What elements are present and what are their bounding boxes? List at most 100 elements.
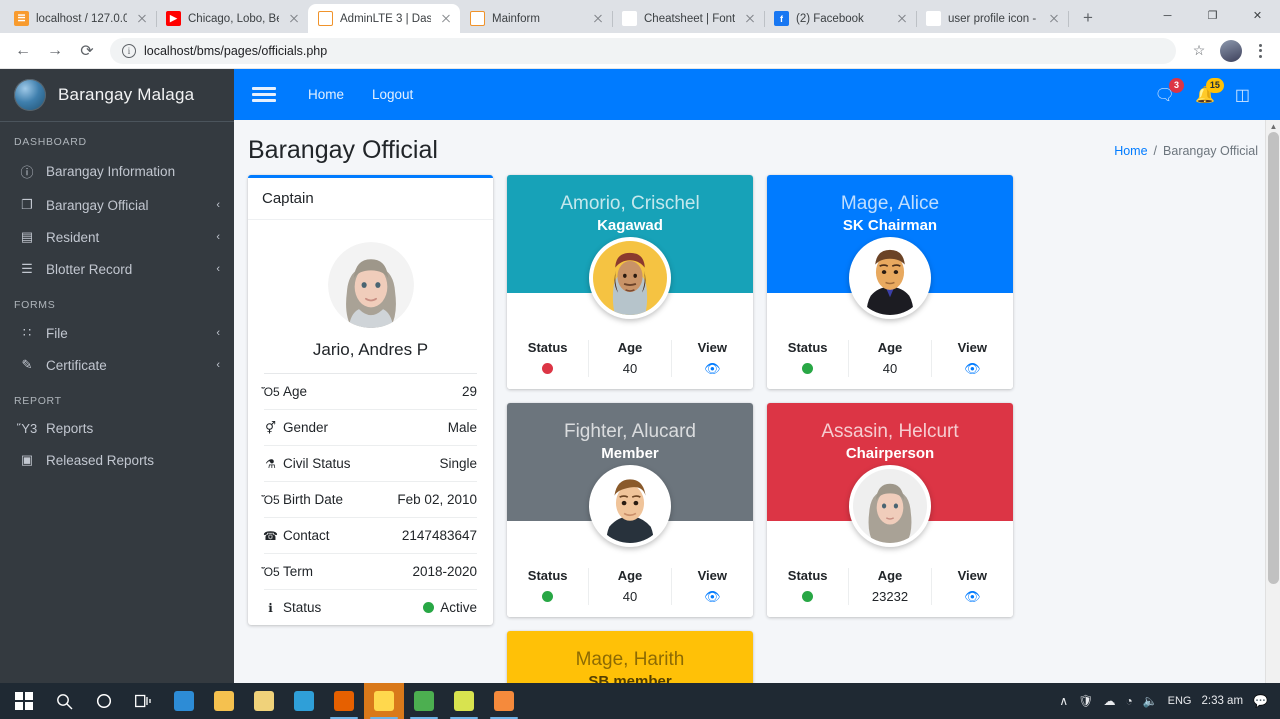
brand-link[interactable]: Barangay Malaga — [0, 69, 234, 122]
bookmark-star-icon[interactable]: ☆ — [1184, 36, 1214, 66]
official-view-cell[interactable]: View 👁 — [672, 340, 753, 377]
taskbar-search-button[interactable] — [44, 683, 84, 719]
official-view-cell[interactable]: View 👁 — [672, 568, 753, 605]
start-button[interactable] — [4, 683, 44, 719]
captain-detail-row: ℹ Status Active — [264, 590, 477, 625]
volume-icon[interactable]: 🔈 — [1143, 694, 1158, 708]
address-bar[interactable]: i localhost/bms/pages/officials.php — [110, 37, 1176, 64]
browser-tab-0[interactable]: ☰ localhost / 127.0.0 — [4, 4, 157, 33]
tab-close-icon[interactable] — [894, 11, 910, 27]
sidebar-item-barangay-official[interactable]: ❐ Barangay Official ‹ — [0, 189, 234, 221]
official-card[interactable]: Fighter, Alucard Member Status Age 40 View 👁 — [507, 403, 753, 617]
task-view-button[interactable] — [124, 683, 164, 719]
official-age-cell: Age 23232 — [849, 568, 932, 605]
official-card-header: Amorio, Crischel Kagawad — [507, 175, 753, 319]
browser-tab-3[interactable]: ▣ Mainform — [460, 4, 613, 33]
sidebar-section-header: REPORT — [14, 395, 62, 407]
minimize-button[interactable]: ─ — [1145, 0, 1190, 31]
tab-close-icon[interactable] — [438, 11, 454, 27]
captain-detail-value: 2018-2020 — [412, 564, 477, 579]
taskbar-app-file-explorer[interactable] — [204, 683, 244, 719]
chevron-left-icon[interactable]: ‹ — [216, 199, 220, 211]
cortana-button[interactable] — [84, 683, 124, 719]
fullscreen-icon[interactable]: ◫ — [1235, 85, 1250, 105]
eye-icon[interactable]: 👁 — [704, 589, 721, 605]
sidebar-item-barangay-information[interactable]: ⓘ Barangay Information — [0, 154, 234, 189]
chevron-left-icon[interactable]: ‹ — [216, 231, 220, 243]
avatar-young-man — [593, 469, 667, 543]
new-tab-button[interactable]: + — [1074, 4, 1102, 32]
browser-tab-1[interactable]: ▶ Chicago, Lobo, Be — [156, 4, 309, 33]
sidebar-item-resident[interactable]: ▤ Resident ‹ — [0, 221, 234, 253]
browser-tab-5[interactable]: f (2) Facebook — [764, 4, 917, 33]
official-view-cell[interactable]: View 👁 — [932, 568, 1013, 605]
site-info-icon[interactable]: i — [122, 43, 136, 58]
official-card[interactable]: Mage, Alice SK Chairman Status Age 40 View 👁 — [767, 175, 1013, 389]
sidebar-item-label: Certificate — [46, 357, 107, 373]
chevron-left-icon[interactable]: ‹ — [216, 263, 220, 275]
tab-close-icon[interactable] — [1046, 11, 1062, 27]
sidebar-item-blotter-record[interactable]: ☰ Blotter Record ‹ — [0, 253, 234, 285]
tab-close-icon[interactable] — [134, 11, 150, 27]
captain-column: Captain Jario, Andres P Ὄ5 Age 29 ⚥ Gend… — [248, 175, 493, 625]
sidebar-section-header: FORMS — [14, 299, 56, 311]
eye-icon[interactable]: 👁 — [964, 589, 981, 605]
sidebar-item-reports[interactable]: Ὕ3 Reports — [0, 413, 234, 444]
navbar-link-logout[interactable]: Logout — [358, 87, 427, 102]
windows-security-icon[interactable]: 🛡 — [1078, 694, 1093, 708]
taskbar-app-sticky-notes[interactable] — [364, 683, 404, 719]
captain-card: Captain Jario, Andres P Ὄ5 Age 29 ⚥ Gend… — [248, 175, 493, 625]
eye-icon[interactable]: 👁 — [964, 361, 981, 377]
tab-close-icon[interactable] — [590, 11, 606, 27]
taskbar-app-microsoft-store[interactable] — [244, 683, 284, 719]
navbar-link-home[interactable]: Home — [294, 87, 358, 102]
taskbar-clock[interactable]: 2:33 am — [1201, 695, 1243, 708]
back-button[interactable]: ← — [8, 36, 38, 66]
browser-profile-avatar[interactable] — [1220, 39, 1242, 62]
breadcrumb-separator: / — [1153, 143, 1158, 158]
close-window-button[interactable]: ✕ — [1235, 0, 1280, 31]
menu-icon[interactable] — [250, 79, 278, 110]
wifi-icon[interactable]: ◔ — [1125, 694, 1132, 708]
maximize-button[interactable]: ❐ — [1190, 0, 1235, 31]
forward-button[interactable]: → — [40, 36, 70, 66]
sidebar-item-file[interactable]: ∷ File ‹ — [0, 317, 234, 349]
official-card[interactable]: Amorio, Crischel Kagawad Status Age 40 View 👁 — [507, 175, 753, 389]
chevron-left-icon[interactable]: ‹ — [216, 327, 220, 339]
chevron-left-icon[interactable]: ‹ — [216, 359, 220, 371]
messages-icon[interactable]: 🗨 3 — [1155, 77, 1184, 105]
sidebar-item-released-reports[interactable]: ▣ Released Reports — [0, 444, 234, 476]
scrollbar-thumb[interactable] — [1268, 132, 1279, 584]
taskbar-app-google-chrome[interactable] — [404, 683, 444, 719]
browser-menu-icon[interactable] — [1248, 43, 1272, 58]
browser-tab-2[interactable]: ▣ AdminLTE 3 | Dash — [308, 4, 460, 33]
notifications-icon[interactable]: 🔔 15 — [1195, 77, 1224, 105]
sidebar-item-certificate[interactable]: ✎ Certificate ‹ — [0, 349, 234, 381]
taskbar-app-notepad[interactable] — [444, 683, 484, 719]
official-view-cell[interactable]: View 👁 — [932, 340, 1013, 377]
browser-tab-4[interactable]: ■ Cheatsheet | Font — [612, 4, 765, 33]
tray-chevron-icon[interactable]: ∧ — [1059, 694, 1068, 708]
breadcrumb-home[interactable]: Home — [1114, 144, 1147, 158]
microsoft-edge-icon — [174, 691, 194, 711]
window-controls: ─ ❐ ✕ — [1145, 0, 1280, 33]
page-scrollbar[interactable]: ▲ ▼ — [1265, 120, 1280, 719]
reload-button[interactable]: ⟳ — [72, 36, 102, 66]
sidebar-item-label: Blotter Record — [46, 261, 133, 277]
taskbar-app-xampp[interactable] — [484, 683, 524, 719]
age-label: Age — [877, 340, 903, 355]
browser-tab-6[interactable]: Guser profile icon - — [916, 4, 1069, 33]
taskbar-app-mail[interactable] — [284, 683, 324, 719]
taskbar-app-firefox[interactable] — [324, 683, 364, 719]
onedrive-icon[interactable]: ☁ — [1103, 694, 1115, 708]
sidebar-item-label: Barangay Official — [46, 197, 149, 213]
age-label: Age — [877, 568, 903, 583]
web-page: Barangay Malaga DASHBOARD ⓘ Barangay Infor… — [0, 69, 1280, 719]
official-card[interactable]: Assasin, Helcurt Chairperson Status Age 2323… — [767, 403, 1013, 617]
tab-close-icon[interactable] — [286, 11, 302, 27]
language-indicator[interactable]: ENG — [1168, 695, 1192, 707]
tab-close-icon[interactable] — [742, 11, 758, 27]
action-center-icon[interactable]: 💬 — [1253, 694, 1268, 708]
eye-icon[interactable]: 👁 — [704, 361, 721, 377]
taskbar-app-microsoft-edge[interactable] — [164, 683, 204, 719]
